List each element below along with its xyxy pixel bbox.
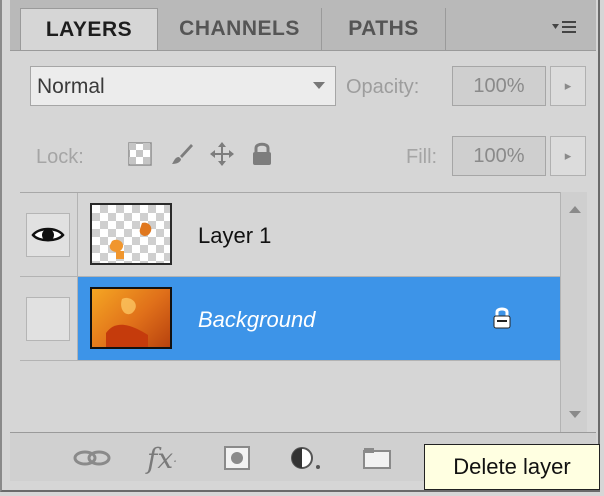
layer-list: Layer 1 Background <box>20 192 560 433</box>
layer-list-scrollbar[interactable] <box>560 192 587 432</box>
scroll-up-icon[interactable] <box>569 206 581 213</box>
link-icon[interactable] <box>70 443 114 473</box>
fx-icon[interactable]: fx. <box>138 442 186 475</box>
layer-name[interactable]: Background <box>198 307 315 333</box>
visibility-toggle[interactable] <box>26 297 70 341</box>
fill-slider-button[interactable]: ▸ <box>550 136 586 176</box>
tab-paths[interactable]: PATHS <box>322 8 446 50</box>
chevron-down-icon <box>313 82 325 89</box>
layer-name[interactable]: Layer 1 <box>198 223 271 249</box>
brush-icon[interactable] <box>168 140 196 168</box>
opacity-field[interactable]: 100% <box>452 66 546 106</box>
eye-icon <box>31 227 65 242</box>
layer-thumbnail[interactable] <box>90 203 172 265</box>
chevron-right-icon: ▸ <box>564 78 572 93</box>
fill-label: Fill: <box>406 146 438 168</box>
chevron-right-icon: ▸ <box>564 148 572 163</box>
move-icon[interactable] <box>208 140 236 168</box>
layers-panel: LAYERS CHANNELS PATHS Normal Opacity: 10… <box>0 0 604 496</box>
opacity-slider-button[interactable]: ▸ <box>550 66 586 106</box>
layer-thumbnail[interactable] <box>90 287 172 349</box>
layer-row-layer-1[interactable]: Layer 1 <box>20 193 560 277</box>
tab-layers[interactable]: LAYERS <box>20 8 158 50</box>
lock-icon <box>490 305 514 331</box>
lock-transparent-pixels-icon[interactable] <box>126 140 154 168</box>
scroll-down-icon[interactable] <box>569 411 581 418</box>
opacity-label: Opacity: <box>346 76 420 98</box>
mask-icon[interactable] <box>220 443 254 473</box>
panel-menu-icon[interactable] <box>546 16 582 38</box>
lock-icon[interactable] <box>248 140 276 168</box>
fill-field[interactable]: 100% <box>452 136 546 176</box>
adjustment-icon[interactable] <box>286 443 326 473</box>
blend-mode-select[interactable]: Normal <box>30 66 336 106</box>
visibility-cell <box>20 193 78 276</box>
tooltip: Delete layer <box>424 444 600 490</box>
folder-icon[interactable] <box>360 443 394 473</box>
visibility-toggle[interactable] <box>26 213 70 257</box>
tab-channels[interactable]: CHANNELS <box>158 8 322 50</box>
visibility-cell <box>20 277 78 360</box>
tab-bar: LAYERS CHANNELS PATHS <box>10 0 596 51</box>
lock-label: Lock: <box>36 146 84 168</box>
layer-row-background[interactable]: Background <box>20 277 560 361</box>
blend-mode-value: Normal <box>37 75 105 98</box>
